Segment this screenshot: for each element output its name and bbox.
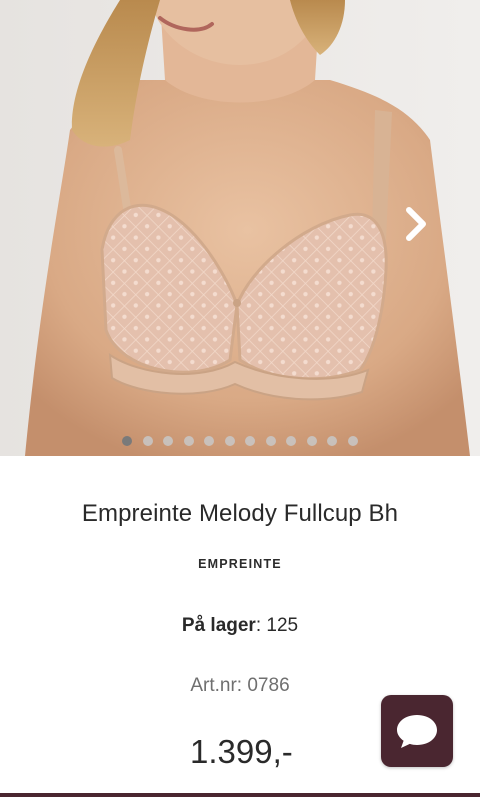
chevron-right-icon [406, 207, 426, 241]
bottom-bar [0, 793, 480, 797]
gallery-dot[interactable] [265, 436, 276, 446]
gallery-dot[interactable] [204, 436, 215, 446]
stock-separator: : [255, 615, 267, 636]
gallery-dot[interactable] [306, 436, 317, 446]
stock-info: På lager: 125 [0, 615, 480, 637]
gallery-dot[interactable] [224, 436, 235, 446]
product-image-carousel[interactable] [0, 0, 480, 456]
gallery-dot[interactable] [327, 436, 338, 446]
gallery-dot[interactable] [347, 436, 358, 446]
gallery-dot[interactable] [286, 436, 297, 446]
gallery-dot[interactable] [183, 436, 194, 446]
product-title: Empreinte Melody Fullcup Bh [81, 500, 399, 527]
stock-value: 125 [266, 615, 299, 636]
chat-button[interactable] [381, 695, 453, 767]
chat-bubble-icon [397, 715, 437, 748]
gallery-dot[interactable] [142, 436, 153, 446]
gallery-pagination [0, 436, 480, 446]
gallery-dot[interactable] [122, 436, 133, 446]
gallery-dot[interactable] [245, 436, 256, 446]
stock-label: På lager [181, 615, 256, 636]
gallery-dot[interactable] [163, 436, 174, 446]
brand-name[interactable]: EMPREINTE [0, 557, 480, 571]
gallery-next-button[interactable] [398, 202, 434, 246]
product-price: 1.399,- [190, 733, 293, 770]
article-number: Art.nr: 0786 [190, 675, 290, 696]
